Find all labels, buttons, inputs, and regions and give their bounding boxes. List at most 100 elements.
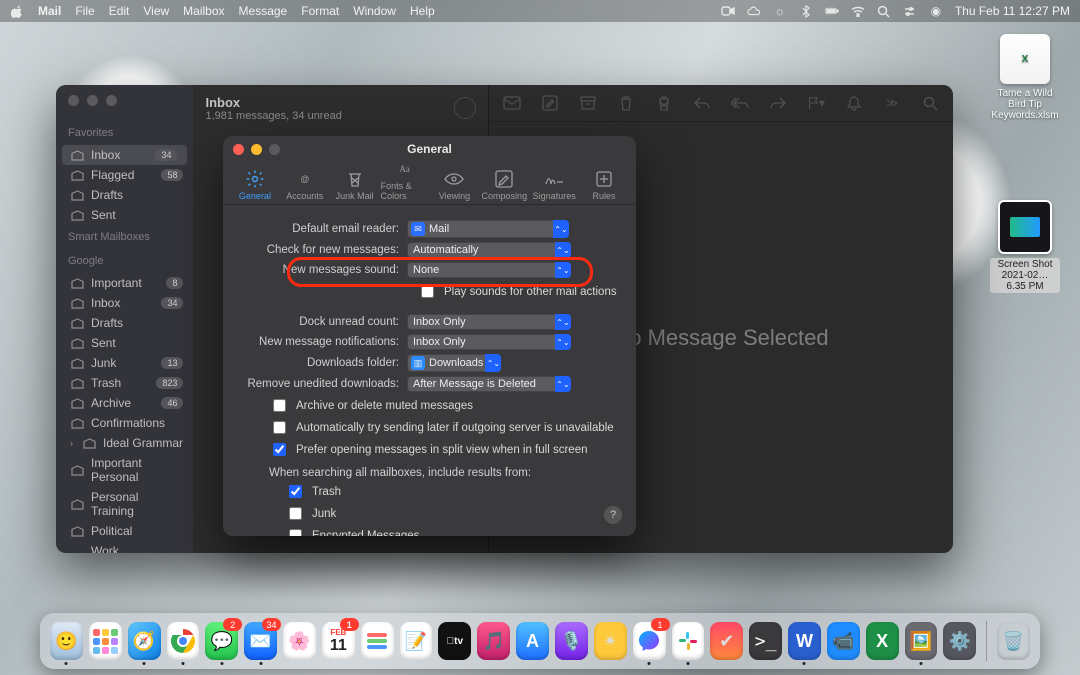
dock-notes[interactable]: 📝 (400, 622, 433, 660)
battery-icon[interactable] (825, 4, 839, 18)
tab-junk[interactable]: Junk Mail (331, 169, 379, 204)
dock-mail[interactable]: ✉️34 (244, 622, 277, 660)
bluetooth-icon[interactable] (799, 4, 813, 18)
select-remove-dl[interactable]: After Message is Deleted⌃⌄ (407, 376, 571, 392)
dock-launchpad[interactable] (89, 622, 122, 660)
sidebar-item-junk[interactable]: Junk13 (56, 353, 193, 373)
dock-trash[interactable]: 🗑️ (997, 622, 1030, 660)
select-new-sound[interactable]: None⌃⌄ (407, 262, 571, 278)
facetime-icon[interactable] (721, 4, 735, 18)
tab-viewing[interactable]: Viewing (431, 169, 479, 204)
help-button[interactable]: ? (604, 506, 622, 524)
dock-pixelmator[interactable]: ✴︎ (594, 622, 627, 660)
sidebar-item-political[interactable]: Political (56, 521, 193, 541)
wifi-icon[interactable] (851, 4, 865, 18)
envelope-icon[interactable] (503, 94, 521, 112)
compose-icon[interactable] (541, 94, 559, 112)
control-center-icon[interactable] (903, 4, 917, 18)
sidebar-item-important[interactable]: Important8 (56, 273, 193, 293)
siri-icon[interactable]: ◉ (929, 4, 943, 18)
forward-icon[interactable] (769, 94, 787, 112)
sidebar-item-flagged[interactable]: Flagged58 (56, 165, 193, 185)
sidebar-item-important-personal[interactable]: Important Personal (56, 453, 193, 487)
menu-view[interactable]: View (143, 4, 169, 18)
flag-icon[interactable]: ▾ (807, 94, 825, 112)
dock-finder[interactable]: 🙂 (50, 622, 83, 660)
sidebar-item-inbox[interactable]: Inbox34 (56, 293, 193, 313)
minimize-button[interactable] (87, 95, 98, 106)
mute-icon[interactable] (845, 94, 863, 112)
dock-photos[interactable]: 🌸 (283, 622, 316, 660)
desktop-file-screenshot[interactable]: Screen Shot 2021-02…6.35 PM (990, 200, 1060, 293)
archive-icon[interactable] (579, 94, 597, 112)
dock-preview[interactable]: 🖼️ (905, 622, 938, 660)
dock-messenger[interactable]: 1 (633, 622, 666, 660)
dock-slack[interactable] (672, 622, 705, 660)
checkbox-search-junk[interactable] (289, 507, 302, 520)
reply-all-icon[interactable] (731, 94, 749, 112)
sidebar-item-confirmations[interactable]: Confirmations (56, 413, 193, 433)
menu-format[interactable]: Format (301, 4, 339, 18)
dock-excel[interactable]: X (866, 622, 899, 660)
checkbox-archive-muted[interactable] (273, 399, 286, 412)
dock-calendar[interactable]: FEB111 (322, 622, 355, 660)
trash-icon[interactable] (617, 94, 635, 112)
sidebar-item-trash[interactable]: Trash823 (56, 373, 193, 393)
chevron-right-icon[interactable]: ≫ (883, 94, 901, 112)
dock-zoom[interactable]: 📹 (827, 622, 860, 660)
menu-clock[interactable]: Thu Feb 11 12:27 PM (955, 4, 1070, 18)
dock-terminal[interactable]: >_ (749, 622, 782, 660)
privacy-shield-icon[interactable] (454, 97, 476, 119)
dock-settings[interactable]: ⚙️ (943, 622, 976, 660)
dock-messages[interactable]: 💬2 (205, 622, 238, 660)
tab-accounts[interactable]: @Accounts (281, 169, 329, 204)
select-default-reader[interactable]: ✉︎Mail⌃⌄ (407, 220, 569, 238)
sidebar-item-drafts[interactable]: Drafts (56, 185, 193, 205)
menu-help[interactable]: Help (410, 4, 435, 18)
menu-message[interactable]: Message (239, 4, 288, 18)
dock-todoist[interactable]: ✔︎ (710, 622, 743, 660)
checkbox-split-view[interactable] (273, 443, 286, 456)
sun-icon[interactable]: ☼ (773, 4, 787, 18)
tab-signatures[interactable]: Signatures (530, 169, 578, 204)
dock-music[interactable]: 🎵 (477, 622, 510, 660)
dock-chrome[interactable] (167, 622, 200, 660)
menu-mailbox[interactable]: Mailbox (183, 4, 224, 18)
select-check-messages[interactable]: Automatically⌃⌄ (407, 242, 571, 258)
dock-reminders[interactable] (361, 622, 394, 660)
select-notifications[interactable]: Inbox Only⌃⌄ (407, 334, 571, 350)
junk-icon[interactable] (655, 94, 673, 112)
dock-word[interactable]: W (788, 622, 821, 660)
menu-file[interactable]: File (75, 4, 94, 18)
checkbox-search-trash[interactable] (289, 485, 302, 498)
sidebar-item-work-attachments[interactable]: Work Attachments (56, 541, 193, 553)
select-dock-count[interactable]: Inbox Only⌃⌄ (407, 314, 571, 330)
tab-composing[interactable]: Composing (480, 169, 528, 204)
app-name[interactable]: Mail (38, 4, 61, 18)
sidebar-item-personal-training[interactable]: Personal Training (56, 487, 193, 521)
reply-icon[interactable] (693, 94, 711, 112)
sidebar-item-ideal-grammar[interactable]: ›Ideal Grammar (56, 433, 193, 453)
sidebar-item-archive[interactable]: Archive46 (56, 393, 193, 413)
checkbox-play-sounds[interactable] (421, 285, 434, 298)
close-button[interactable] (68, 95, 79, 106)
sidebar-item-inbox[interactable]: Inbox34 (62, 145, 187, 165)
tab-rules[interactable]: Rules (580, 169, 628, 204)
search-icon[interactable] (877, 4, 891, 18)
toolbar-search-icon[interactable] (921, 94, 939, 112)
checkbox-search-encrypted[interactable] (289, 529, 302, 536)
dock-podcasts[interactable]: 🎙️ (555, 622, 588, 660)
desktop-file-xlsm[interactable]: X Tame a Wild Bird Tip Keywords.xlsm (990, 34, 1060, 121)
menu-window[interactable]: Window (353, 4, 396, 18)
tab-fonts[interactable]: AaFonts & Colors (381, 159, 429, 204)
dock-tv[interactable]: tv (438, 622, 471, 660)
sidebar-item-sent[interactable]: Sent (56, 333, 193, 353)
tab-general[interactable]: General (231, 169, 279, 204)
dock-appstore[interactable]: A (516, 622, 549, 660)
menu-edit[interactable]: Edit (109, 4, 130, 18)
select-downloads[interactable]: ▥Downloads⌃⌄ (407, 354, 501, 372)
dock-safari[interactable]: 🧭 (128, 622, 161, 660)
sidebar-item-sent[interactable]: Sent (56, 205, 193, 225)
apple-menu-icon[interactable] (10, 4, 24, 18)
zoom-button[interactable] (106, 95, 117, 106)
